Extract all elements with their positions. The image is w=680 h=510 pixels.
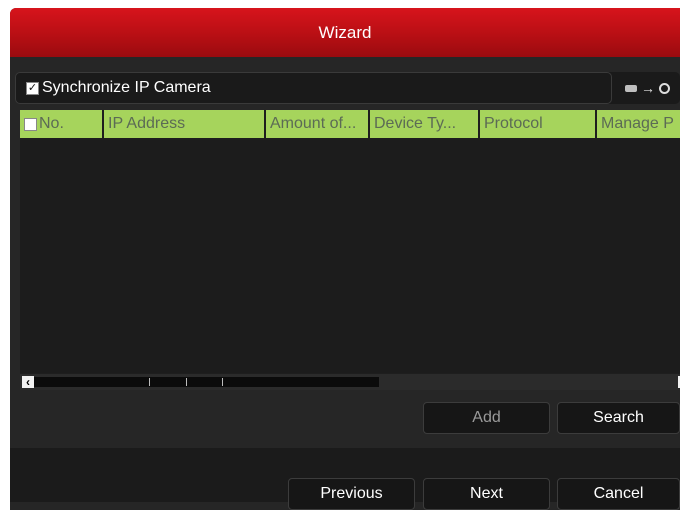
select-all-checkbox[interactable] xyxy=(24,117,37,131)
window-title: Wizard xyxy=(318,22,372,42)
col-header-ip-address[interactable]: IP Address xyxy=(104,110,266,138)
next-button[interactable]: Next xyxy=(423,478,550,510)
thumb-grip xyxy=(222,378,223,386)
arrow-right-icon: → xyxy=(641,80,655,96)
clock-icon xyxy=(659,82,670,94)
scrollbar-thumb[interactable] xyxy=(34,377,379,387)
add-button[interactable]: Add xyxy=(423,402,550,434)
horizontal-scrollbar[interactable]: ‹ › xyxy=(20,374,680,390)
scroll-left-icon[interactable]: ‹ xyxy=(22,375,34,389)
col-header-device-type[interactable]: Device Ty... xyxy=(370,110,480,138)
table-header: No. IP Address Amount of... Device Ty...… xyxy=(20,110,680,138)
sync-row: ✓ Synchronize IP Camera → xyxy=(15,72,680,104)
previous-button[interactable]: Previous xyxy=(288,478,415,510)
cancel-button[interactable]: Cancel xyxy=(557,478,680,510)
table-body xyxy=(20,140,680,373)
search-button[interactable]: Search xyxy=(557,402,680,434)
camera-table: No. IP Address Amount of... Device Ty...… xyxy=(20,110,680,390)
sync-label: Synchronize IP Camera xyxy=(42,79,211,96)
col-header-amount[interactable]: Amount of... xyxy=(266,110,370,138)
sync-checkbox[interactable]: ✓ xyxy=(26,81,39,95)
hdd-icon xyxy=(625,84,637,92)
thumb-grip xyxy=(149,378,150,386)
col-header-protocol[interactable]: Protocol xyxy=(480,110,597,138)
title-bar: Wizard xyxy=(10,8,680,57)
thumb-grip xyxy=(186,378,187,386)
col-header-no[interactable]: No. xyxy=(20,110,104,138)
sync-toggle[interactable]: ✓ Synchronize IP Camera xyxy=(15,72,612,104)
sync-status-icons: → xyxy=(625,72,670,104)
col-header-manage-port[interactable]: Manage P xyxy=(597,110,680,138)
